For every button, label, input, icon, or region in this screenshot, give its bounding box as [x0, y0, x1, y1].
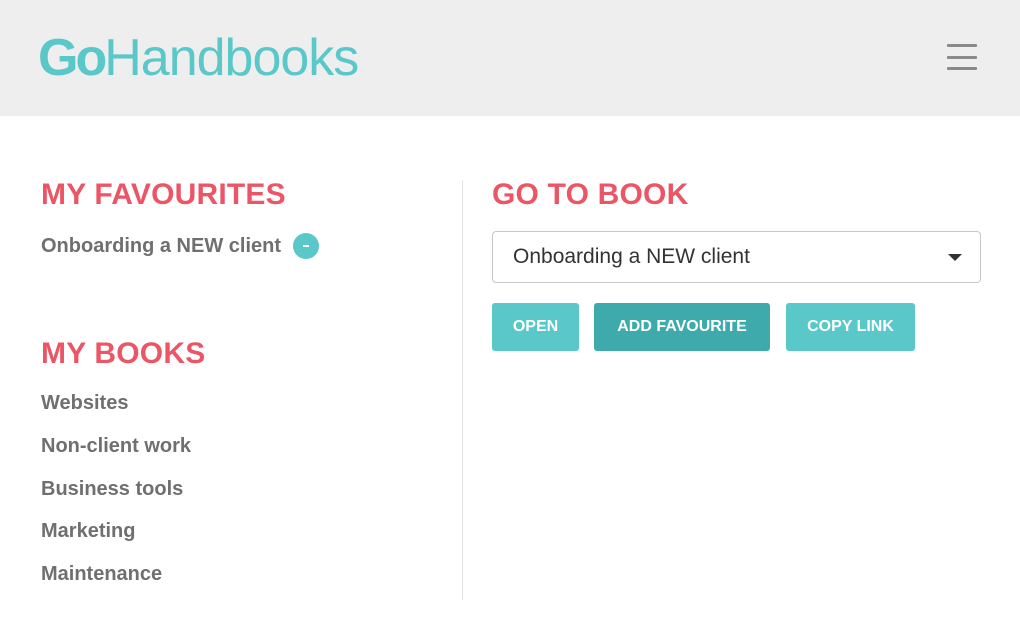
- top-header: GoHandbooks: [0, 0, 1020, 116]
- my-books-heading: MY BOOKS: [41, 337, 206, 370]
- my-favourites-heading: MY FAVOURITES: [41, 178, 286, 211]
- favourite-item: Onboarding a NEW client: [41, 233, 320, 259]
- open-button[interactable]: OPEN: [492, 303, 579, 351]
- gohandbooks-logo[interactable]: GoHandbooks: [38, 22, 359, 94]
- book-link-maintenance[interactable]: Maintenance: [41, 563, 162, 586]
- hamburger-menu-icon[interactable]: [944, 42, 980, 72]
- menu-line: [947, 67, 977, 70]
- book-select-dropdown[interactable]: Onboarding a NEW client: [492, 231, 981, 283]
- book-link-websites[interactable]: Websites: [41, 392, 128, 415]
- go-to-book-heading: GO TO BOOK: [492, 178, 689, 211]
- book-link-non-client-work[interactable]: Non-client work: [41, 435, 191, 458]
- column-divider: [462, 180, 463, 600]
- menu-line: [947, 44, 977, 47]
- book-link-marketing[interactable]: Marketing: [41, 520, 135, 543]
- menu-line: [947, 55, 977, 59]
- favourite-link[interactable]: Onboarding a NEW client: [41, 235, 281, 258]
- book-select-value: Onboarding a NEW client: [513, 245, 750, 268]
- book-link-business-tools[interactable]: Business tools: [41, 478, 183, 501]
- logo-go-text: Go: [38, 29, 107, 87]
- add-favourite-button[interactable]: ADD FAVOURITE: [594, 303, 770, 351]
- minus-circle-icon[interactable]: [293, 233, 320, 259]
- caret-down-icon: [948, 254, 962, 261]
- copy-link-button[interactable]: COPY LINK: [786, 303, 915, 351]
- logo-handbooks-text: Handbooks: [104, 29, 359, 87]
